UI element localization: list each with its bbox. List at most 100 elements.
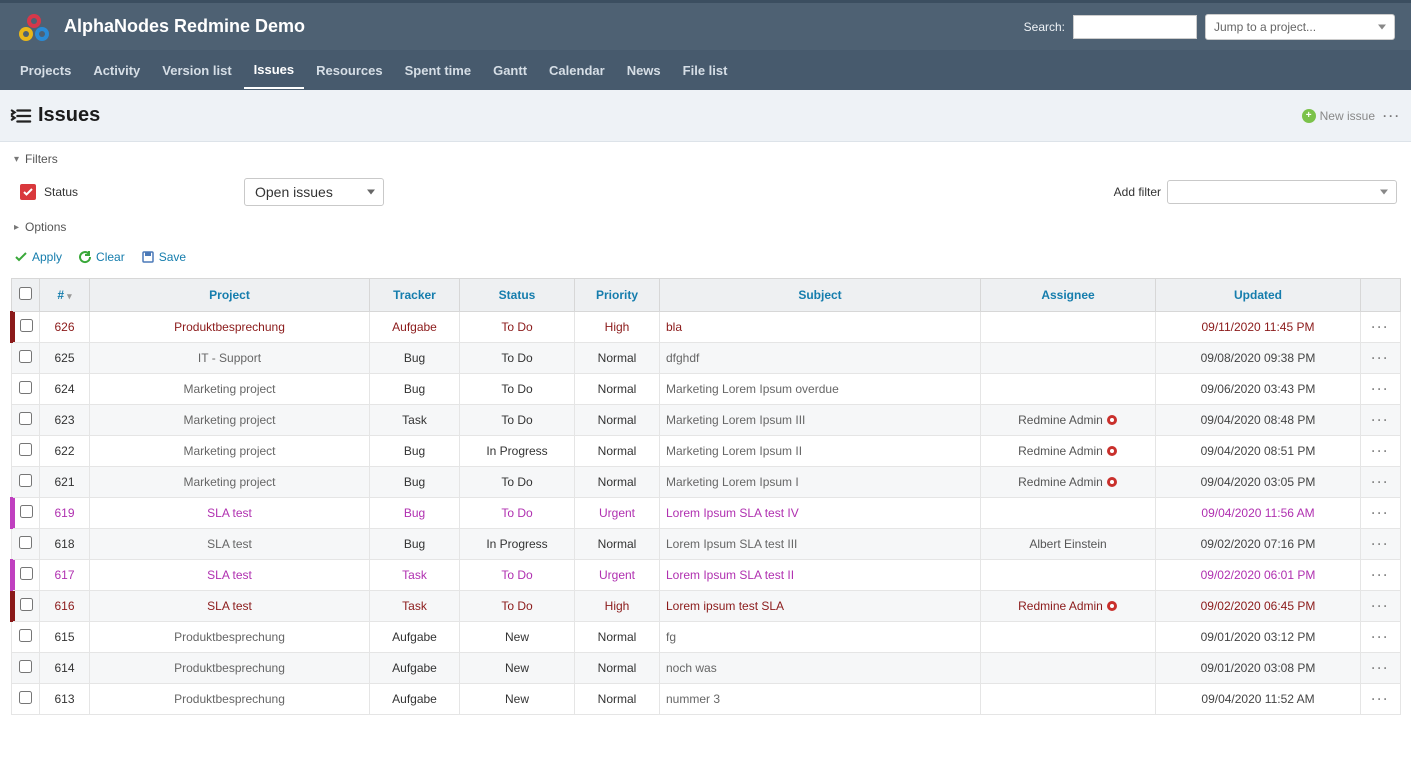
- row-checkbox[interactable]: [19, 381, 32, 394]
- nav-activity[interactable]: Activity: [83, 53, 150, 88]
- row-project[interactable]: Marketing project: [90, 436, 370, 467]
- row-assignee[interactable]: Redmine Admin: [981, 405, 1156, 436]
- row-checkbox[interactable]: [20, 505, 33, 518]
- row-actions-menu[interactable]: ···: [1372, 599, 1390, 613]
- row-id[interactable]: 617: [40, 560, 90, 591]
- row-id[interactable]: 616: [40, 591, 90, 622]
- new-issue-link[interactable]: + New issue: [1302, 109, 1375, 123]
- nav-version-list[interactable]: Version list: [152, 53, 241, 88]
- page-actions-menu[interactable]: ···: [1383, 109, 1401, 123]
- row-checkbox[interactable]: [20, 319, 33, 332]
- row-project[interactable]: Produktbesprechung: [90, 684, 370, 715]
- row-subject[interactable]: Lorem Ipsum SLA test IV: [660, 498, 981, 529]
- row-id[interactable]: 621: [40, 467, 90, 498]
- row-actions-menu[interactable]: ···: [1372, 630, 1390, 644]
- row-id[interactable]: 623: [40, 405, 90, 436]
- row-actions-menu[interactable]: ···: [1372, 382, 1390, 396]
- row-checkbox[interactable]: [19, 536, 32, 549]
- col-assignee-header[interactable]: Assignee: [981, 279, 1156, 312]
- row-actions-menu[interactable]: ···: [1372, 661, 1390, 675]
- row-project[interactable]: SLA test: [90, 498, 370, 529]
- col-status-header[interactable]: Status: [460, 279, 575, 312]
- col-tracker-header[interactable]: Tracker: [370, 279, 460, 312]
- nav-issues[interactable]: Issues: [244, 52, 304, 89]
- row-id[interactable]: 613: [40, 684, 90, 715]
- row-checkbox[interactable]: [19, 350, 32, 363]
- row-assignee[interactable]: [981, 653, 1156, 684]
- row-assignee[interactable]: [981, 622, 1156, 653]
- row-subject[interactable]: nummer 3: [660, 684, 981, 715]
- options-legend-toggle[interactable]: ▸ Options: [14, 216, 1397, 244]
- row-checkbox[interactable]: [20, 598, 33, 611]
- row-subject[interactable]: Lorem Ipsum SLA test III: [660, 529, 981, 560]
- row-assignee[interactable]: [981, 498, 1156, 529]
- row-checkbox[interactable]: [19, 691, 32, 704]
- row-project[interactable]: Marketing project: [90, 374, 370, 405]
- row-actions-menu[interactable]: ···: [1372, 692, 1390, 706]
- row-actions-menu[interactable]: ···: [1372, 320, 1390, 334]
- row-subject[interactable]: Lorem ipsum test SLA: [660, 591, 981, 622]
- save-button[interactable]: Save: [141, 250, 186, 264]
- row-subject[interactable]: bla: [660, 312, 981, 343]
- row-subject[interactable]: Marketing Lorem Ipsum I: [660, 467, 981, 498]
- row-subject[interactable]: Marketing Lorem Ipsum II: [660, 436, 981, 467]
- row-actions-menu[interactable]: ···: [1372, 475, 1390, 489]
- row-project[interactable]: Produktbesprechung: [90, 622, 370, 653]
- row-id[interactable]: 626: [40, 312, 90, 343]
- row-checkbox[interactable]: [19, 660, 32, 673]
- row-checkbox[interactable]: [20, 567, 33, 580]
- nav-resources[interactable]: Resources: [306, 53, 392, 88]
- nav-news[interactable]: News: [617, 53, 671, 88]
- col-id-header[interactable]: #▾: [40, 279, 90, 312]
- row-project[interactable]: Marketing project: [90, 467, 370, 498]
- row-assignee[interactable]: [981, 312, 1156, 343]
- row-checkbox[interactable]: [19, 443, 32, 456]
- row-subject[interactable]: Marketing Lorem Ipsum overdue: [660, 374, 981, 405]
- row-checkbox[interactable]: [19, 474, 32, 487]
- project-jump-select[interactable]: Jump to a project...: [1205, 14, 1395, 40]
- row-project[interactable]: SLA test: [90, 560, 370, 591]
- row-project[interactable]: SLA test: [90, 529, 370, 560]
- row-id[interactable]: 615: [40, 622, 90, 653]
- row-project[interactable]: Produktbesprechung: [90, 653, 370, 684]
- row-subject[interactable]: Lorem Ipsum SLA test II: [660, 560, 981, 591]
- col-priority-header[interactable]: Priority: [575, 279, 660, 312]
- row-assignee[interactable]: Redmine Admin: [981, 436, 1156, 467]
- nav-calendar[interactable]: Calendar: [539, 53, 615, 88]
- row-assignee[interactable]: [981, 560, 1156, 591]
- row-project[interactable]: Produktbesprechung: [90, 312, 370, 343]
- status-filter-select[interactable]: Open issues: [244, 178, 384, 206]
- row-checkbox[interactable]: [19, 412, 32, 425]
- row-id[interactable]: 614: [40, 653, 90, 684]
- filters-legend-toggle[interactable]: ▾ Filters: [14, 152, 1397, 166]
- row-actions-menu[interactable]: ···: [1372, 413, 1390, 427]
- row-id[interactable]: 618: [40, 529, 90, 560]
- row-assignee[interactable]: [981, 374, 1156, 405]
- apply-button[interactable]: Apply: [14, 250, 62, 264]
- col-project-header[interactable]: Project: [90, 279, 370, 312]
- search-input[interactable]: [1073, 15, 1197, 39]
- row-checkbox[interactable]: [19, 629, 32, 642]
- row-id[interactable]: 619: [40, 498, 90, 529]
- clear-button[interactable]: Clear: [78, 250, 125, 264]
- row-id[interactable]: 625: [40, 343, 90, 374]
- row-id[interactable]: 622: [40, 436, 90, 467]
- col-updated-header[interactable]: Updated: [1156, 279, 1361, 312]
- row-actions-menu[interactable]: ···: [1372, 444, 1390, 458]
- select-all-checkbox[interactable]: [19, 287, 32, 300]
- row-assignee[interactable]: [981, 343, 1156, 374]
- row-id[interactable]: 624: [40, 374, 90, 405]
- row-actions-menu[interactable]: ···: [1372, 568, 1390, 582]
- row-assignee[interactable]: Redmine Admin: [981, 467, 1156, 498]
- col-subject-header[interactable]: Subject: [660, 279, 981, 312]
- row-subject[interactable]: dfghdf: [660, 343, 981, 374]
- row-actions-menu[interactable]: ···: [1372, 351, 1390, 365]
- nav-spent-time[interactable]: Spent time: [395, 53, 481, 88]
- row-subject[interactable]: Marketing Lorem Ipsum III: [660, 405, 981, 436]
- row-assignee[interactable]: Redmine Admin: [981, 591, 1156, 622]
- row-assignee[interactable]: [981, 684, 1156, 715]
- status-filter-checkbox[interactable]: [20, 184, 36, 200]
- row-actions-menu[interactable]: ···: [1372, 537, 1390, 551]
- nav-file-list[interactable]: File list: [673, 53, 738, 88]
- row-assignee[interactable]: Albert Einstein: [981, 529, 1156, 560]
